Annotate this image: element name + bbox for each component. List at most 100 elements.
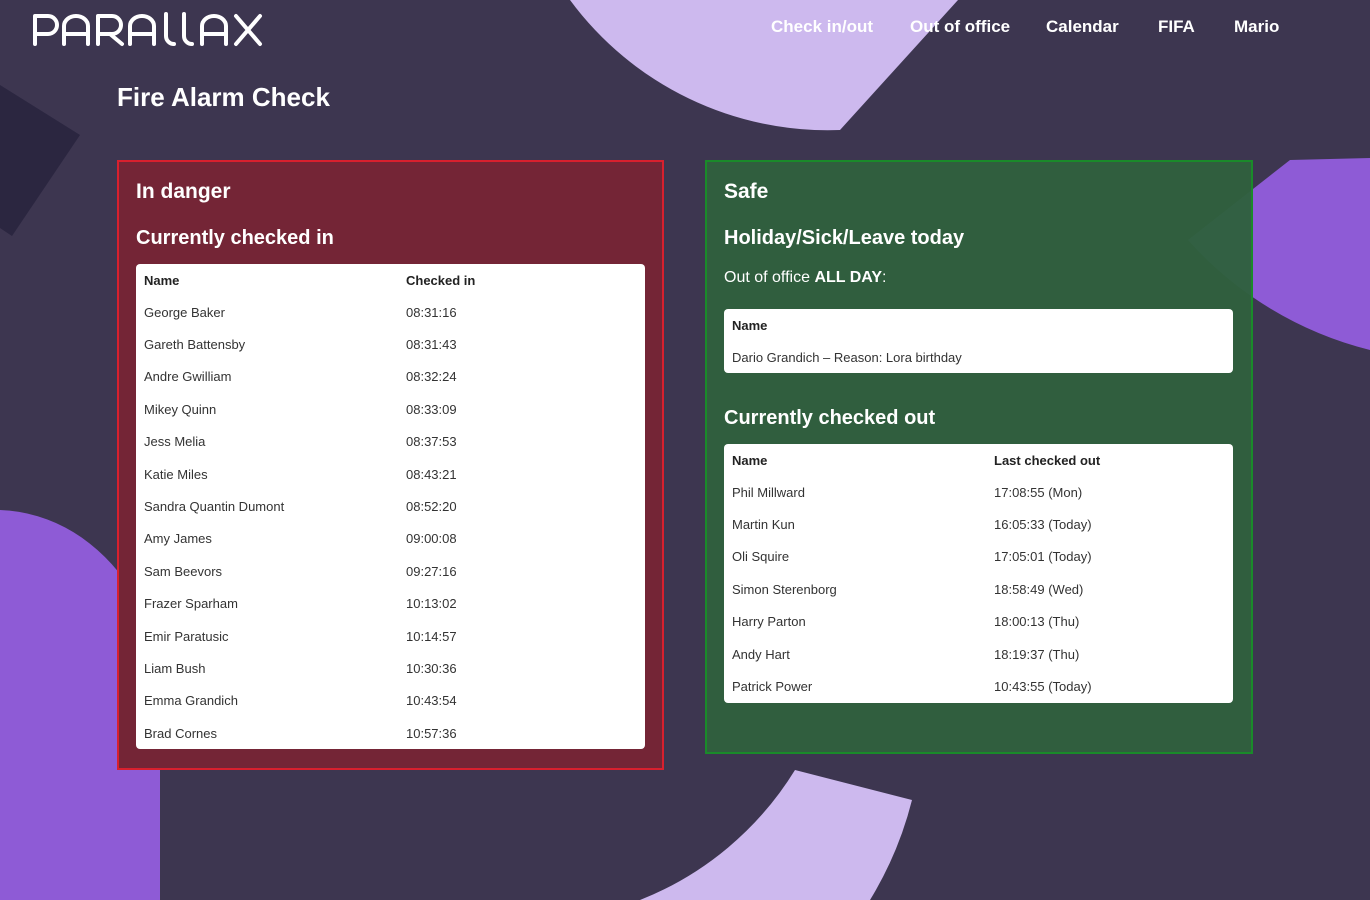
cell-name: George Baker bbox=[144, 304, 225, 320]
cell-name: Phil Millward bbox=[732, 484, 805, 500]
cell-name: Andre Gwilliam bbox=[144, 369, 232, 385]
cell-name: Mikey Quinn bbox=[144, 401, 217, 417]
table-row: Patrick Power 10:43:55 (Today) bbox=[724, 670, 1233, 702]
table-row: Harry Parton 18:00:13 (Thu) bbox=[724, 606, 1233, 638]
checked-out-table-card: Name Last checked out Phil Millward 17:08… bbox=[724, 444, 1233, 703]
cell-time: 08:43:21 bbox=[406, 466, 457, 482]
cell-name: Brad Cornes bbox=[144, 725, 217, 741]
cell-name: Frazer Sparham bbox=[144, 596, 238, 612]
cell-name: Jess Melia bbox=[144, 434, 206, 450]
cell-name: Sandra Quantin Dumont bbox=[144, 499, 285, 515]
table-row: Gareth Battensby 08:31:43 bbox=[136, 328, 645, 360]
out-of-office-rows: Dario Grandich – Reason: Lora birthday bbox=[724, 341, 1233, 373]
in-danger-panel: In danger Currently checked in Name Chec… bbox=[117, 160, 664, 770]
table-header-row: Name Checked in bbox=[136, 264, 645, 296]
cell-time: 08:32:24 bbox=[406, 369, 457, 385]
cell-name: Katie Miles bbox=[144, 466, 208, 482]
cell-time: 08:52:20 bbox=[406, 499, 457, 515]
ooo-emphasis: ALL DAY bbox=[814, 269, 883, 286]
ooo-prefix: Out of office bbox=[724, 269, 810, 286]
checked-in-heading: Currently checked in bbox=[136, 227, 334, 249]
cell-name: Oli Squire bbox=[732, 549, 790, 565]
left-dark-shape bbox=[0, 85, 80, 236]
table-row: Oli Squire 17:05:01 (Today) bbox=[724, 541, 1233, 573]
cell-name: Emir Paratusic bbox=[144, 628, 229, 644]
cell-name: Martin Kun bbox=[732, 517, 795, 533]
cell-time: 10:14:57 bbox=[406, 628, 457, 644]
cell-time: 10:30:36 bbox=[406, 660, 457, 676]
table-row: Jess Melia 08:37:53 bbox=[136, 426, 645, 458]
cell-name: Patrick Power bbox=[732, 679, 813, 695]
cell-time: 10:57:36 bbox=[406, 725, 457, 741]
nav-calendar[interactable]: Calendar bbox=[1046, 17, 1119, 37]
table-row: Sandra Quantin Dumont 08:52:20 bbox=[136, 490, 645, 522]
out-of-office-table: Name Dario Grandich – Reason: Lora birth… bbox=[724, 309, 1233, 373]
table-row: Andre Gwilliam 08:32:24 bbox=[136, 361, 645, 393]
cell-name: Gareth Battensby bbox=[144, 337, 246, 353]
ooo-suffix: : bbox=[882, 269, 887, 286]
cell-time: 18:00:13 (Thu) bbox=[994, 614, 1080, 630]
table-row: Martin Kun 16:05:33 (Today) bbox=[724, 508, 1233, 540]
out-of-office-label: Out of office ALL DAY: bbox=[724, 269, 886, 287]
table-row: Simon Sterenborg 18:58:49 (Wed) bbox=[724, 573, 1233, 605]
cell-entry: Dario Grandich – Reason: Lora birthday bbox=[732, 349, 962, 365]
out-of-office-table-card: Name Dario Grandich – Reason: Lora birth… bbox=[724, 309, 1233, 374]
cell-time: 09:00:08 bbox=[406, 531, 457, 547]
checked-in-rows: George Baker 08:31:16 Gareth Battensby 08:3… bbox=[136, 296, 645, 749]
cell-time: 08:37:53 bbox=[406, 434, 457, 450]
cell-time: 09:27:16 bbox=[406, 563, 457, 579]
checked-out-heading: Currently checked out bbox=[724, 407, 936, 429]
column-header-name: Name bbox=[144, 272, 180, 288]
nav-fifa[interactable]: FIFA bbox=[1158, 17, 1195, 37]
table-row: Mikey Quinn 08:33:09 bbox=[136, 393, 645, 425]
page-title: Fire Alarm Check bbox=[117, 82, 330, 112]
cell-time: 10:43:54 bbox=[406, 693, 457, 709]
top-lilac-shape bbox=[570, 0, 958, 131]
in-danger-heading: In danger bbox=[136, 180, 231, 203]
checked-in-table: Name Checked in George Baker 08:31:16 Gare… bbox=[136, 264, 645, 749]
nav-check-in-out[interactable]: Check in/out bbox=[771, 17, 873, 37]
cell-name: Liam Bush bbox=[144, 660, 206, 676]
cell-time: 10:43:55 (Today) bbox=[994, 679, 1092, 695]
table-row: Emir Paratusic 10:14:57 bbox=[136, 620, 645, 652]
cell-time: 16:05:33 (Today) bbox=[994, 517, 1092, 533]
nav-out-of-office[interactable]: Out of office bbox=[910, 17, 1010, 37]
table-row: Sam Beevors 09:27:16 bbox=[136, 555, 645, 587]
cell-time: 08:31:43 bbox=[406, 337, 457, 353]
cell-name: Harry Parton bbox=[732, 614, 806, 630]
table-row: Emma Grandich 10:43:54 bbox=[136, 685, 645, 717]
cell-time: 18:58:49 (Wed) bbox=[994, 581, 1084, 597]
cell-time: 08:31:16 bbox=[406, 304, 457, 320]
safe-panel: Safe Holiday/Sick/Leave today Out of off… bbox=[705, 160, 1253, 754]
cell-time: 10:13:02 bbox=[406, 596, 457, 612]
column-header-last-checked-out: Last checked out bbox=[994, 452, 1101, 468]
checked-in-table-card: Name Checked in George Baker 08:31:16 Gare… bbox=[136, 264, 645, 750]
cell-time: 17:05:01 (Today) bbox=[994, 549, 1092, 565]
cell-name: Emma Grandich bbox=[144, 693, 238, 709]
cell-name: Sam Beevors bbox=[144, 563, 223, 579]
cell-time: 17:08:55 (Mon) bbox=[994, 484, 1083, 500]
column-header-name: Name bbox=[732, 317, 768, 333]
bottom-lilac-shape bbox=[640, 770, 912, 900]
table-row: Phil Millward 17:08:55 (Mon) bbox=[724, 476, 1233, 508]
table-row: Frazer Sparham 10:13:02 bbox=[136, 588, 645, 620]
cell-time: 18:19:37 (Thu) bbox=[994, 646, 1080, 662]
table-header-row: Name Last checked out bbox=[724, 444, 1233, 476]
table-row: Liam Bush 10:30:36 bbox=[136, 652, 645, 684]
table-row: Amy James 09:00:08 bbox=[136, 523, 645, 555]
table-header-row: Name bbox=[724, 309, 1233, 341]
leave-today-heading: Holiday/Sick/Leave today bbox=[724, 227, 965, 249]
checked-out-rows: Phil Millward 17:08:55 (Mon) Martin Kun 16:… bbox=[724, 476, 1233, 703]
cell-time: 08:33:09 bbox=[406, 401, 457, 417]
nav-user-mario[interactable]: Mario bbox=[1234, 17, 1279, 37]
table-row: George Baker 08:31:16 bbox=[136, 296, 645, 328]
table-row: Katie Miles 08:43:21 bbox=[136, 458, 645, 490]
table-row: Andy Hart 18:19:37 (Thu) bbox=[724, 638, 1233, 670]
page: Check in/out Out of office Calendar FIFA… bbox=[0, 0, 1370, 900]
cell-name: Amy James bbox=[144, 531, 212, 547]
table-row: Dario Grandich – Reason: Lora birthday bbox=[724, 341, 1233, 373]
column-header-checked-in: Checked in bbox=[406, 272, 476, 288]
cell-name: Simon Sterenborg bbox=[732, 581, 837, 597]
safe-heading: Safe bbox=[724, 180, 769, 203]
parallax-logo[interactable] bbox=[32, 10, 264, 50]
